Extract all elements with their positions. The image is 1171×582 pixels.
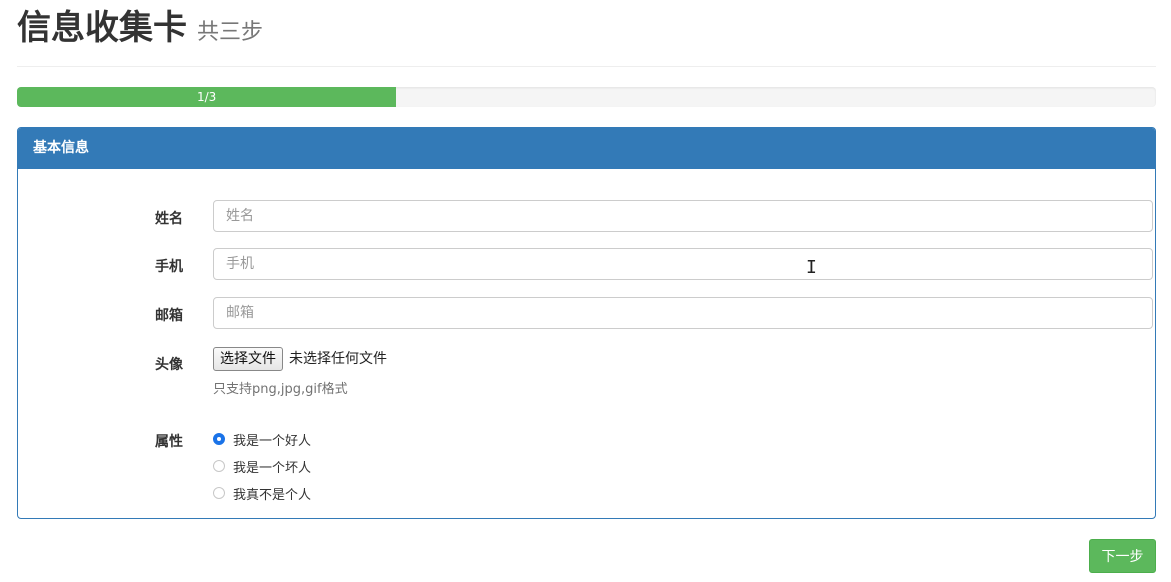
text-cursor-icon: I xyxy=(806,257,817,278)
page: 信息收集卡共三步 1/3 基本信息 姓名 手机 邮箱 头像 选择文件 未选择任何… xyxy=(17,0,1156,573)
page-subtitle: 共三步 xyxy=(197,20,264,45)
radio-good-person[interactable]: 我是一个好人 xyxy=(213,430,312,449)
phone-label: 手机 xyxy=(155,259,183,275)
page-header: 信息收集卡 共三步 xyxy=(17,0,1156,67)
radio-label: 我是一个坏人 xyxy=(233,460,312,476)
choose-file-button[interactable]: 选择文件 xyxy=(213,347,283,371)
attribute-label: 属性 xyxy=(155,434,183,450)
radio-not-person[interactable]: 我真不是个人 xyxy=(213,484,312,503)
phone-input[interactable] xyxy=(213,248,1153,280)
email-input[interactable] xyxy=(213,297,1153,329)
title-text: 信息收集卡 xyxy=(17,8,187,48)
name-input[interactable] xyxy=(213,200,1153,232)
panel-heading: 基本信息 xyxy=(18,128,1155,169)
next-step-button[interactable]: 下一步 xyxy=(1089,539,1156,573)
file-status: 未选择任何文件 xyxy=(289,351,387,367)
radio-label: 我真不是个人 xyxy=(233,487,312,503)
name-label: 姓名 xyxy=(155,211,183,227)
avatar-label: 头像 xyxy=(155,357,183,373)
radio-unchecked-icon[interactable] xyxy=(213,487,225,499)
radio-label: 我是一个好人 xyxy=(233,433,312,449)
basic-info-panel: 基本信息 姓名 手机 邮箱 头像 选择文件 未选择任何文件 只支持png,jpg… xyxy=(17,127,1156,519)
radio-checked-icon[interactable] xyxy=(213,433,225,445)
progress-bar-track: 1/3 xyxy=(17,87,1156,107)
page-title: 信息收集卡 共三步 xyxy=(17,8,263,53)
progress-label: 1/3 xyxy=(196,90,217,104)
progress-bar-fill: 1/3 xyxy=(17,87,397,107)
radio-unchecked-icon[interactable] xyxy=(213,460,225,472)
radio-bad-person[interactable]: 我是一个坏人 xyxy=(213,457,312,476)
avatar-help-text: 只支持png,jpg,gif格式 xyxy=(213,382,348,397)
email-label: 邮箱 xyxy=(155,308,183,324)
